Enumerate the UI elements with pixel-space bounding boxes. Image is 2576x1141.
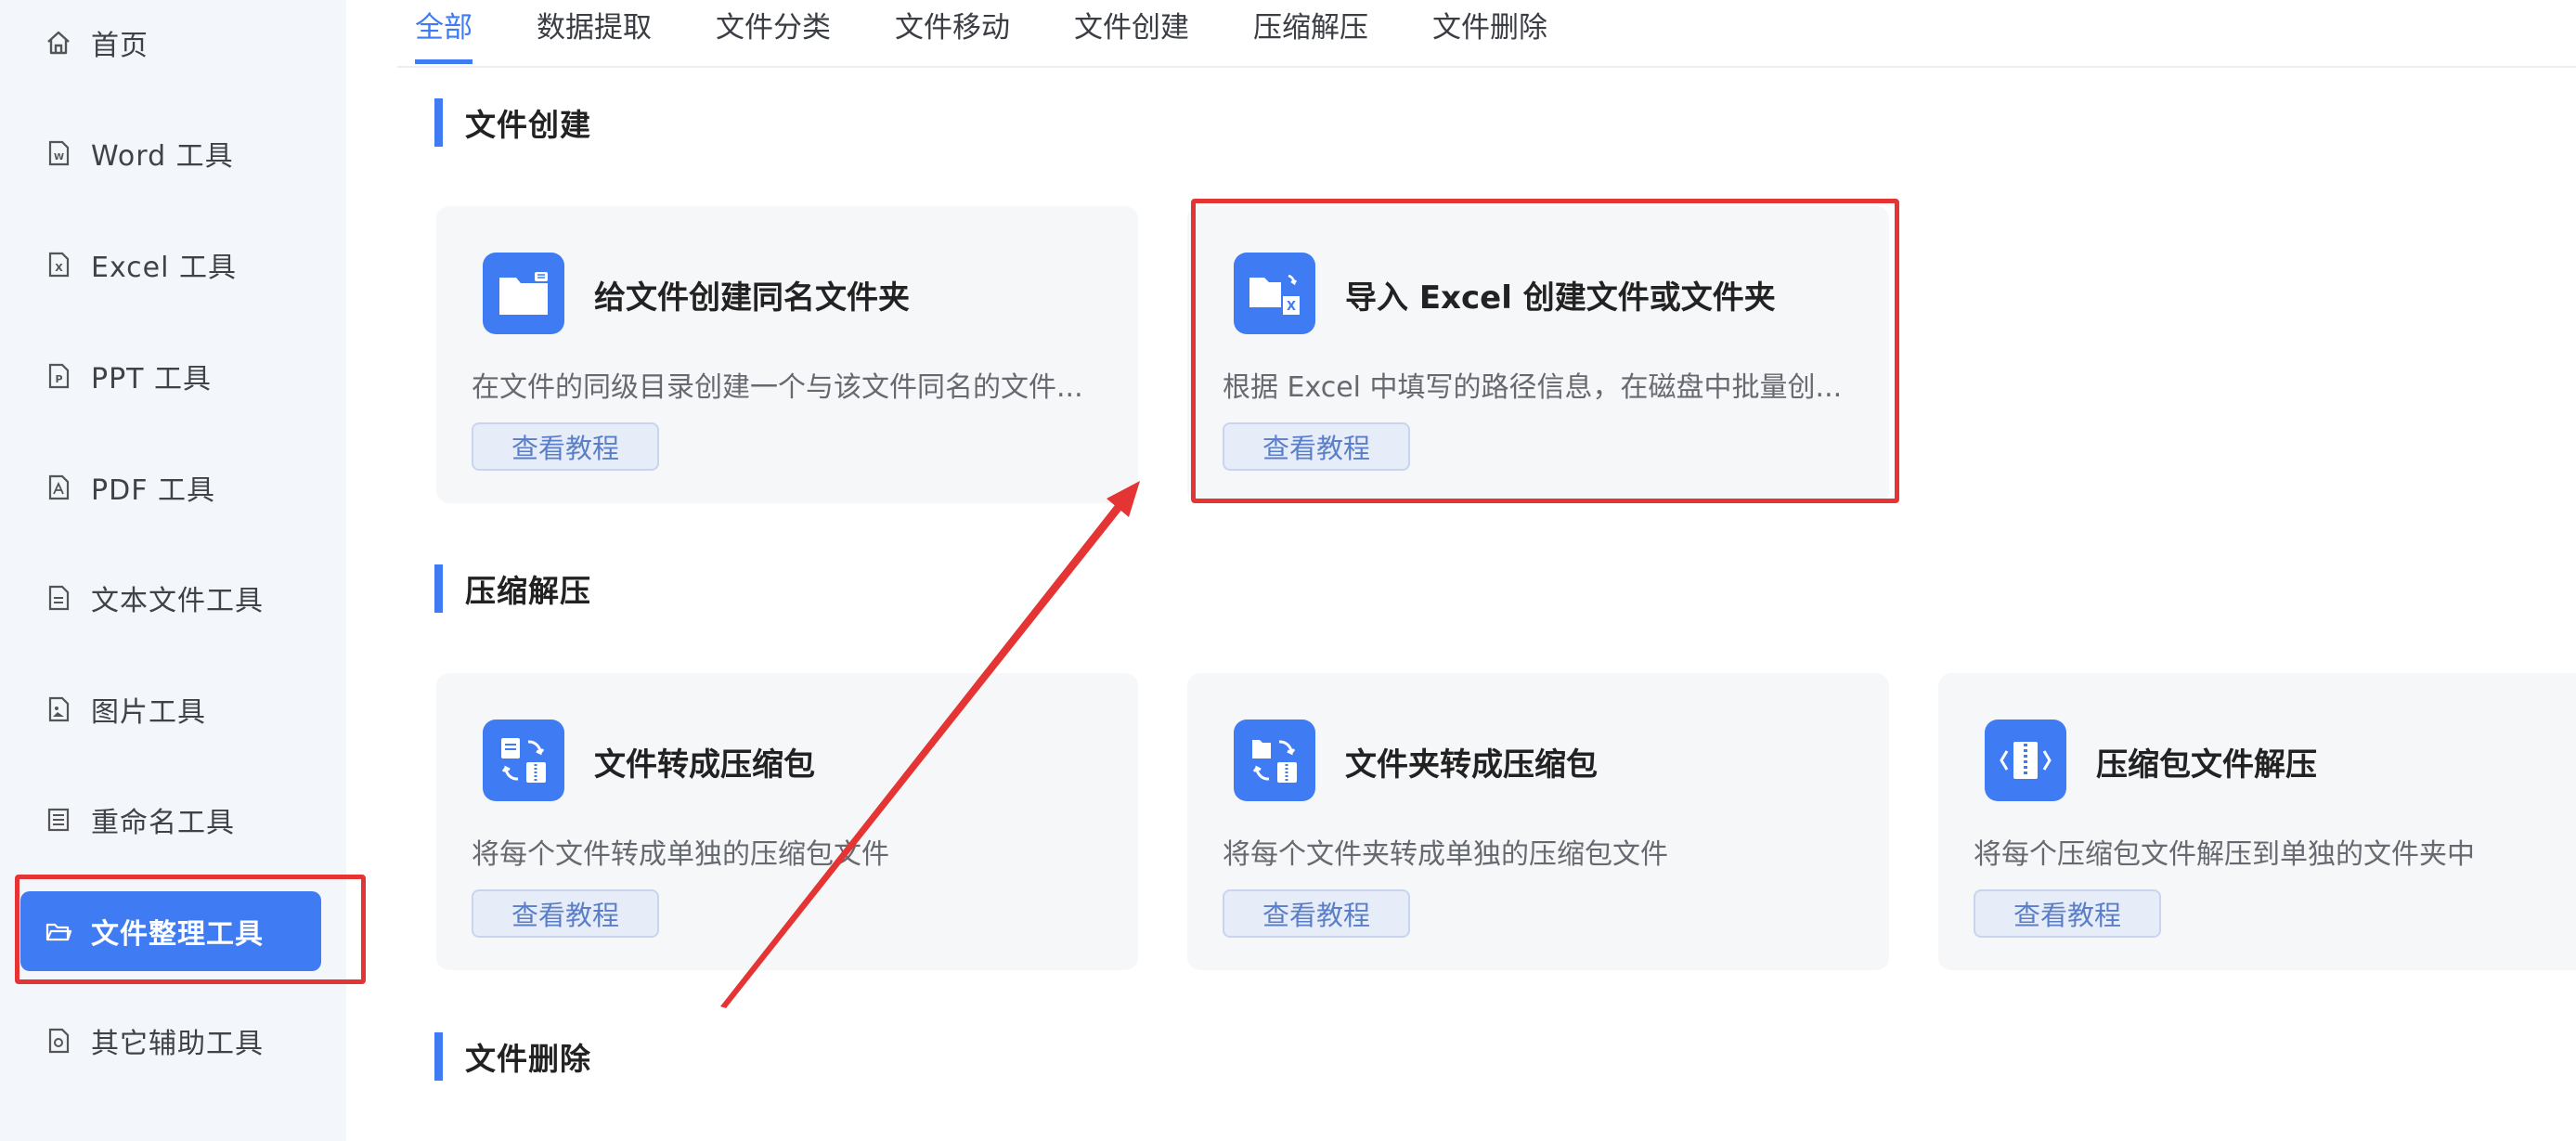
card-description: 将每个压缩包文件解压到单独的文件夹中	[1974, 838, 2475, 871]
card-title: 文件转成压缩包	[594, 746, 815, 784]
folder-to-zip-icon	[1234, 720, 1315, 801]
excel-file-icon: X	[45, 251, 72, 279]
view-tutorial-button[interactable]: 查看教程	[1223, 889, 1410, 938]
section-accent-bar	[434, 98, 443, 147]
tool-card-folder-to-zip[interactable]: 文件夹转成压缩包 将每个文件夹转成单独的压缩包文件 查看教程	[1187, 673, 1889, 970]
view-tutorial-button[interactable]: 查看教程	[1223, 422, 1410, 471]
sidebar-item-label: 首页	[91, 30, 149, 62]
sidebar-item-label: 文本文件工具	[91, 585, 264, 617]
tool-card-file-to-zip[interactable]: 文件转成压缩包 将每个文件转成单独的压缩包文件 查看教程	[436, 673, 1138, 970]
sidebar-item-home[interactable]: 首页	[20, 3, 321, 83]
sidebar-item-label: PPT 工具	[91, 363, 213, 395]
svg-text:X: X	[55, 262, 63, 274]
card-description: 将每个文件转成单独的压缩包文件	[472, 838, 889, 871]
sidebar: 首页 W Word 工具 X Excel 工具 P PPT 工具 PDF 工具 …	[0, 0, 346, 1141]
sidebar-item-label: Word 工具	[91, 140, 234, 173]
sidebar-item-word[interactable]: W Word 工具	[20, 113, 321, 193]
tab-all[interactable]: 全部	[415, 0, 472, 64]
sidebar-item-label: 图片工具	[91, 696, 206, 729]
image-file-icon	[45, 695, 72, 723]
section-title: 文件删除	[465, 1041, 591, 1077]
svg-text:P: P	[55, 373, 62, 385]
category-tabs: 全部 数据提取 文件分类 文件移动 文件创建 压缩解压 文件删除	[415, 0, 1612, 67]
tool-card-create-same-name-folder[interactable]: 给文件创建同名文件夹 在文件的同级目录创建一个与该文件同名的文件... 查看教程	[436, 206, 1138, 503]
section-header-file-create: 文件创建	[434, 98, 591, 147]
tab-file-delete[interactable]: 文件删除	[1432, 0, 1547, 63]
svg-text:X: X	[1287, 300, 1296, 314]
sidebar-item-ppt[interactable]: P PPT 工具	[20, 336, 321, 416]
sidebar-item-label: 文件整理工具	[91, 918, 264, 951]
card-title: 给文件创建同名文件夹	[594, 279, 910, 317]
tool-card-unzip[interactable]: 压缩包文件解压 将每个压缩包文件解压到单独的文件夹中 查看教程	[1938, 673, 2576, 970]
tab-file-classify[interactable]: 文件分类	[716, 0, 831, 63]
section-accent-bar	[434, 1032, 443, 1081]
card-title: 文件夹转成压缩包	[1345, 746, 1598, 784]
view-tutorial-button[interactable]: 查看教程	[472, 422, 659, 471]
card-description: 根据 Excel 中填写的路径信息，在磁盘中批量创...	[1223, 371, 1843, 404]
sidebar-item-label: 其它辅助工具	[91, 1028, 264, 1060]
tab-file-create[interactable]: 文件创建	[1074, 0, 1189, 63]
tab-data-extract[interactable]: 数据提取	[537, 0, 652, 63]
sidebar-item-rename[interactable]: 重命名工具	[20, 780, 321, 860]
pdf-file-icon	[45, 473, 72, 501]
text-file-icon	[45, 584, 72, 612]
tabs-divider	[397, 66, 2576, 68]
unzip-icon	[1985, 720, 2066, 801]
section-title: 文件创建	[465, 107, 591, 143]
sidebar-item-file-organize[interactable]: 文件整理工具	[20, 891, 321, 971]
tab-file-move[interactable]: 文件移动	[895, 0, 1010, 63]
tool-card-import-excel-create[interactable]: X 导入 Excel 创建文件或文件夹 根据 Excel 中填写的路径信息，在磁…	[1187, 206, 1889, 503]
word-file-icon: W	[45, 139, 72, 167]
rename-icon	[45, 806, 72, 834]
folder-create-icon	[483, 253, 564, 334]
sidebar-item-label: PDF 工具	[91, 474, 215, 507]
sidebar-item-label: 重命名工具	[91, 807, 235, 839]
sidebar-item-text[interactable]: 文本文件工具	[20, 558, 321, 638]
sidebar-item-excel[interactable]: X Excel 工具	[20, 225, 321, 305]
card-title: 导入 Excel 创建文件或文件夹	[1345, 279, 1776, 317]
section-header-compress: 压缩解压	[434, 564, 591, 613]
card-description: 在文件的同级目录创建一个与该文件同名的文件...	[472, 371, 1083, 404]
card-description: 将每个文件夹转成单独的压缩包文件	[1223, 838, 1668, 871]
folder-excel-icon: X	[1234, 253, 1315, 334]
sidebar-item-other-tools[interactable]: 其它辅助工具	[20, 1001, 321, 1081]
section-title: 压缩解压	[465, 573, 591, 609]
svg-text:W: W	[54, 152, 64, 162]
section-header-file-delete: 文件删除	[434, 1032, 591, 1081]
file-to-zip-icon	[483, 720, 564, 801]
view-tutorial-button[interactable]: 查看教程	[472, 889, 659, 938]
ppt-file-icon: P	[45, 362, 72, 390]
home-icon	[45, 29, 72, 57]
card-title: 压缩包文件解压	[2096, 746, 2317, 784]
sidebar-item-pdf[interactable]: PDF 工具	[20, 447, 321, 527]
folder-open-icon	[45, 917, 72, 945]
tools-icon	[45, 1027, 72, 1055]
sidebar-item-label: Excel 工具	[91, 252, 238, 284]
view-tutorial-button[interactable]: 查看教程	[1974, 889, 2161, 938]
tab-compress[interactable]: 压缩解压	[1253, 0, 1368, 63]
section-accent-bar	[434, 564, 443, 613]
sidebar-item-image[interactable]: 图片工具	[20, 669, 321, 749]
